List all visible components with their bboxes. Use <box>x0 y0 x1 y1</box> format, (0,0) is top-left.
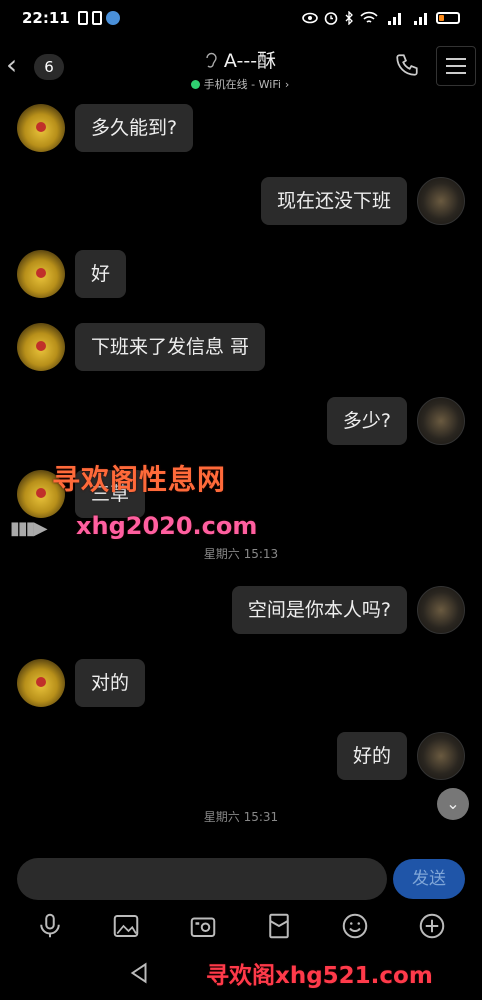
message-input[interactable] <box>17 858 387 900</box>
my-avatar[interactable] <box>417 397 465 445</box>
message-row: 好 <box>17 250 127 298</box>
phone-icon[interactable] <box>394 52 420 78</box>
notification-icon <box>91 11 102 25</box>
message-row: 多久能到? <box>17 104 194 152</box>
timestamp: 星期六 15:13 <box>203 547 279 561</box>
my-avatar[interactable] <box>417 732 465 780</box>
message-row: 好的 <box>336 732 465 780</box>
watermark-text: 寻欢阁性息网 <box>52 463 227 496</box>
my-avatar[interactable] <box>417 177 465 225</box>
menu-icon[interactable] <box>436 46 476 86</box>
signal-icon <box>414 13 427 25</box>
contact-avatar[interactable] <box>17 104 65 152</box>
message-row: 空间是你本人吗? <box>231 586 465 634</box>
status-time: 22:11 <box>22 9 70 27</box>
watermark-arrows: ▮▮▮▶ <box>10 518 48 539</box>
message-bubble[interactable]: 多久能到? <box>75 104 194 152</box>
image-icon[interactable] <box>111 911 141 941</box>
online-status-dot <box>190 79 200 89</box>
message-bubble[interactable]: 好的 <box>336 732 407 780</box>
message-bubble[interactable]: 现在还没下班 <box>260 177 407 225</box>
bluetooth-icon <box>345 11 353 25</box>
chevron-right-icon: › <box>284 77 290 91</box>
notification-icons <box>77 11 120 25</box>
send-button[interactable]: 发送 <box>393 859 465 899</box>
chat-header: ‹ 6 A---酥 手机在线 - WiFi › <box>0 40 482 96</box>
ear-icon <box>206 52 217 68</box>
watermark-url: xhg2020.com <box>76 512 258 540</box>
message-bubble[interactable]: 下班来了发信息 哥 <box>75 323 266 371</box>
wifi-icon <box>360 11 378 23</box>
chat-title[interactable]: A---酥 手机在线 - WiFi › <box>150 46 330 92</box>
camera-icon[interactable] <box>188 911 218 941</box>
plus-icon[interactable] <box>417 911 447 941</box>
system-icons <box>302 11 460 25</box>
alarm-icon <box>324 12 338 25</box>
message-bubble[interactable]: 空间是你本人吗? <box>231 586 407 634</box>
watermark-bottom: 寻欢阁xhg521.com <box>206 963 433 989</box>
contact-name: A---酥 <box>223 50 277 72</box>
emoji-icon[interactable] <box>340 911 370 941</box>
contact-avatar[interactable] <box>17 659 65 707</box>
unread-count-badge[interactable]: 6 <box>34 54 64 80</box>
eye-icon <box>302 12 318 24</box>
my-avatar[interactable] <box>417 586 465 634</box>
message-row: 对的 <box>17 659 146 707</box>
message-row: 多少? <box>326 397 465 445</box>
message-bubble[interactable]: 好 <box>75 250 127 298</box>
timestamp: 星期六 15:31 <box>203 810 279 824</box>
contact-avatar[interactable] <box>17 323 65 371</box>
red-packet-icon[interactable] <box>264 911 294 941</box>
status-bar: 22:11 <box>0 0 482 36</box>
signal-icon <box>388 13 401 25</box>
app-notification-icon <box>105 11 120 25</box>
microphone-icon[interactable] <box>35 911 65 941</box>
message-row: 下班来了发信息 哥 <box>17 323 266 371</box>
input-toolbar <box>0 906 482 946</box>
scroll-down-icon[interactable]: ⌄ <box>437 788 469 820</box>
message-bubble[interactable]: 对的 <box>75 659 146 707</box>
contact-avatar[interactable] <box>17 250 65 298</box>
notification-icon <box>77 11 88 25</box>
message-bubble[interactable]: 多少? <box>326 397 407 445</box>
presence-text: 手机在线 - WiFi <box>203 78 281 91</box>
chevron-left-icon[interactable]: ‹ <box>6 50 28 82</box>
battery-icon <box>436 12 460 24</box>
message-row: 现在还没下班 <box>260 177 465 225</box>
nav-back-icon[interactable] <box>126 960 152 986</box>
